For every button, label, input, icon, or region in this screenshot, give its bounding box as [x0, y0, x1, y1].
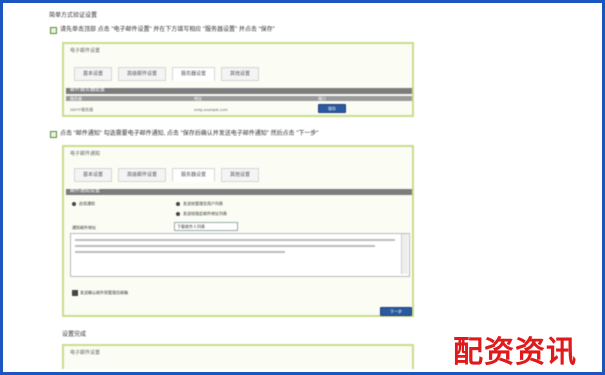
radio-enable[interactable] [72, 202, 76, 206]
textarea-scrollbar[interactable] [401, 234, 408, 274]
col-port: 端口 [318, 96, 326, 101]
save-button[interactable]: 保存 [318, 104, 346, 113]
table-header: 邮件通知设置 [70, 188, 101, 194]
email-settings-panel-2: 电子邮件设置 [62, 344, 414, 369]
cell-address: smtp.example.com [194, 107, 228, 112]
column-header-bar [66, 96, 412, 101]
col-server: 服务器 [70, 96, 82, 101]
confirm-label: 发送确认邮件到管理员邮箱 [80, 290, 128, 295]
col-address: 地址 [194, 96, 202, 101]
option-enable: 启用通知 [79, 201, 95, 206]
tab-advanced[interactable]: 高级邮件设置 [118, 67, 167, 81]
watermark-text: 配资资讯 [453, 335, 577, 370]
step1-checkbox[interactable] [50, 27, 57, 34]
page-content: 简单方式验证设置 请先单击顶部 点击 "电子邮件设置" 并在下方填写相应 "服务… [0, 0, 599, 369]
tab-basic[interactable]: 基本设置 [74, 168, 113, 182]
tab-other[interactable]: 其他设置 [221, 67, 260, 81]
field-label: 通知邮件地址 [72, 225, 96, 230]
step2-text: 点击 "邮件通知" 勾选需要电子邮件通知, 点击 "保存后确认并发送电子邮件通知… [60, 131, 319, 137]
email-settings-panel: 电子邮件设置 基本设置 高级邮件设置 服务器设置 其他设置 邮件服务器配置 服务… [62, 42, 414, 117]
text-line [75, 245, 375, 247]
table-header-bar [66, 88, 412, 94]
section1-heading: 简单方式验证设置 [49, 13, 98, 19]
radio-admin[interactable] [176, 202, 180, 206]
table-header: 邮件服务器配置 [70, 87, 106, 93]
tab-other[interactable]: 其他设置 [221, 168, 260, 182]
panel-title: 电子邮件设置 [70, 48, 101, 54]
section3-heading: 设置完成 [62, 332, 87, 338]
confirm-checkbox[interactable] [72, 290, 78, 296]
panel2-tabs: 基本设置 高级邮件设置 服务器设置 其他设置 [74, 168, 260, 182]
table-header-bar [66, 189, 412, 195]
text-line [75, 239, 395, 241]
notify-textarea[interactable] [70, 233, 410, 277]
step1-text: 请先单击顶部 点击 "电子邮件设置" 并在下方填写相应 "服务器设置" 并点击 … [60, 27, 275, 33]
option-admin: 发送给管理员用户列表 [183, 201, 223, 206]
recipient-download-button[interactable]: 下载收件人列表 [174, 222, 238, 231]
step2-checkbox[interactable] [50, 131, 57, 138]
cell-server: SMTP服务器 [70, 107, 94, 112]
tab-advanced[interactable]: 高级邮件设置 [118, 168, 167, 182]
tab-server[interactable]: 服务器设置 [172, 168, 216, 182]
panel-title: 电子邮件设置 [70, 350, 101, 356]
radio-custom[interactable] [176, 212, 180, 216]
next-button[interactable]: 下一步 [380, 307, 412, 316]
option-custom: 发送给指定邮件地址列表 [183, 211, 227, 216]
panel-title: 电子邮件通知 [70, 151, 101, 157]
panel1-tabs: 基本设置 高级邮件设置 服务器设置 其他设置 [74, 67, 260, 81]
text-line [75, 251, 285, 253]
tab-basic[interactable]: 基本设置 [74, 67, 113, 81]
tab-server[interactable]: 服务器设置 [172, 67, 216, 81]
email-notify-panel: 电子邮件通知 基本设置 高级邮件设置 服务器设置 其他设置 邮件通知设置 启用通… [62, 145, 414, 317]
